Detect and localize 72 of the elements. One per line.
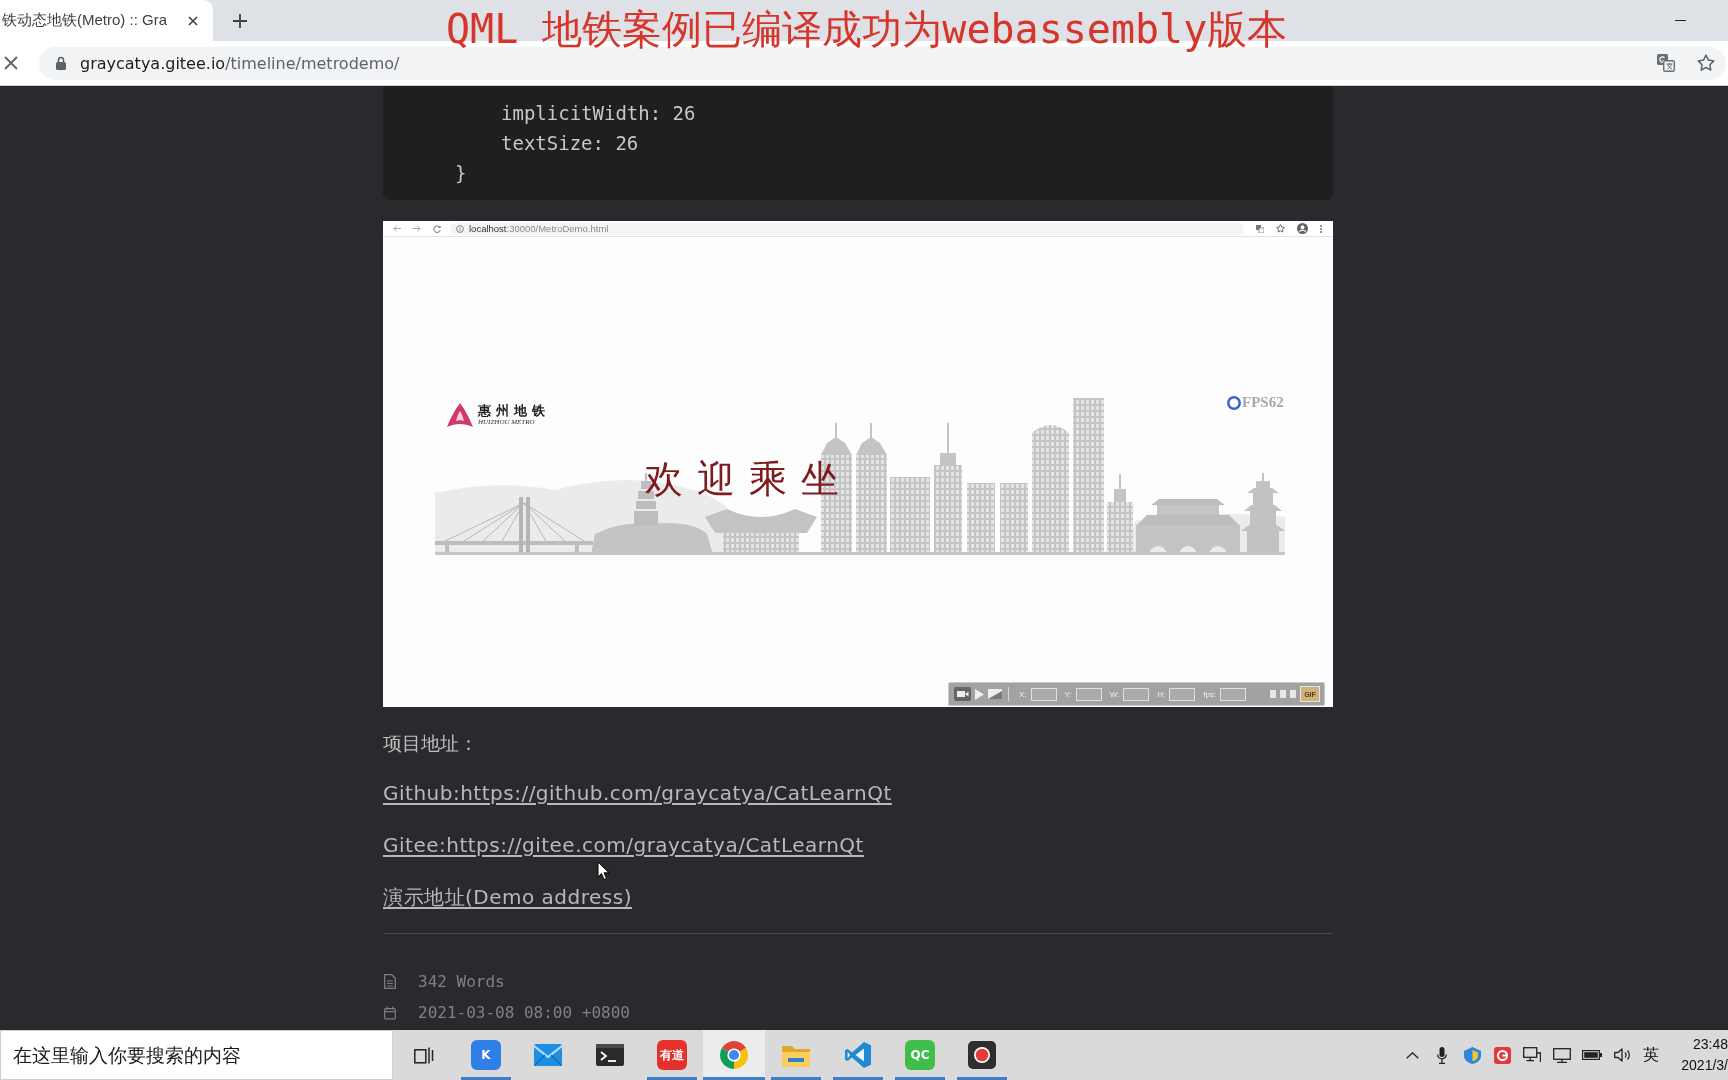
- folder-icon: [782, 1043, 810, 1067]
- input-field[interactable]: [1075, 687, 1102, 701]
- record-icon: [968, 1041, 996, 1069]
- clock-time[interactable]: 23:48: [1692, 1036, 1728, 1053]
- fps-counter: FPS62: [1242, 394, 1284, 411]
- document-icon: [384, 974, 396, 989]
- url-text: localhost:30000/MetroDemo.html: [469, 223, 609, 234]
- task-view-icon: [414, 1046, 434, 1064]
- battery-icon[interactable]: [1582, 1050, 1602, 1060]
- url-text: graycatya.gitee.io/timeline/metrodemo/: [80, 53, 400, 73]
- info-icon: [456, 224, 464, 233]
- field-label: X:: [1019, 689, 1027, 699]
- translate-icon[interactable]: [1657, 54, 1675, 72]
- translate-icon[interactable]: [1256, 224, 1264, 233]
- envelope-icon: [534, 1044, 562, 1066]
- terminal-icon: [596, 1044, 624, 1066]
- monitor-icon[interactable]: [1553, 1047, 1571, 1063]
- input-field[interactable]: [1123, 687, 1150, 701]
- image-icon[interactable]: [988, 689, 1002, 699]
- microphone-icon[interactable]: [1437, 1046, 1447, 1064]
- taskbar-button[interactable]: K: [455, 1030, 517, 1080]
- logo-icon: [447, 403, 473, 427]
- link[interactable]: 演示地址(Demo address): [383, 885, 632, 909]
- camera-icon[interactable]: [954, 687, 971, 701]
- section-heading: 项目地址：: [383, 731, 478, 756]
- input-method-indicator[interactable]: 英: [1637, 1044, 1665, 1066]
- app-logo: 有道: [657, 1040, 687, 1070]
- calendar-icon: [384, 1005, 396, 1020]
- chevron-up-icon[interactable]: [1405, 1051, 1419, 1059]
- welcome-title: 欢迎乘坐: [645, 456, 853, 502]
- code-line: textSize: 26: [501, 131, 639, 156]
- link[interactable]: Github:https://github.com/graycatya/CatLearnQt: [383, 781, 892, 805]
- browser-icon: [720, 1041, 748, 1069]
- app-logo: K: [471, 1040, 501, 1070]
- code-line: }: [455, 161, 467, 186]
- account-icon[interactable]: [1297, 223, 1308, 234]
- reload-icon[interactable]: [433, 224, 441, 233]
- tray-app-icon[interactable]: [1493, 1046, 1511, 1064]
- close-icon[interactable]: [188, 15, 198, 26]
- taskbar-button[interactable]: 有道: [641, 1030, 703, 1080]
- field-label: H:: [1157, 689, 1166, 699]
- speaker-icon[interactable]: [1613, 1048, 1631, 1062]
- back-icon[interactable]: [393, 225, 401, 232]
- field-label: fps:: [1203, 689, 1217, 699]
- tray-app-icon[interactable]: [1463, 1046, 1481, 1064]
- forward-icon[interactable]: [413, 225, 421, 232]
- search-field[interactable]: 在这里输入你要搜索的内容: [0, 1030, 393, 1080]
- ring-icon: [1227, 395, 1241, 410]
- network-icon[interactable]: [1523, 1047, 1541, 1063]
- input-field[interactable]: [1169, 687, 1196, 701]
- field-label: Y:: [1064, 689, 1072, 699]
- code-editor-icon: [845, 1042, 871, 1068]
- lock-icon: [55, 56, 67, 70]
- app-logo: QC: [905, 1040, 935, 1070]
- meta-text: 342 Words: [418, 972, 505, 991]
- plus-icon: [233, 13, 247, 28]
- code-line: implicitWidth: 26: [501, 101, 696, 126]
- logo-title: 惠州地铁: [478, 403, 550, 418]
- input-field[interactable]: [1220, 687, 1247, 701]
- browser-tab[interactable]: 铁动态地铁(Metro) :: Gra: [0, 0, 213, 41]
- field-label: W:: [1109, 689, 1120, 699]
- close-icon: [4, 56, 18, 70]
- link[interactable]: Gitee:https://gitee.com/graycatya/CatLearnQt: [383, 833, 864, 857]
- input-field[interactable]: [1030, 687, 1057, 701]
- clock-date[interactable]: 2021/3/: [1681, 1057, 1728, 1074]
- cursor-icon: [597, 861, 610, 881]
- star-icon[interactable]: [1276, 224, 1285, 233]
- meta-text: 2021-03-08 08:00 +0800: [418, 1003, 630, 1022]
- star-icon[interactable]: [1697, 54, 1715, 72]
- address-field[interactable]: localhost:30000/MetroDemo.html: [450, 222, 1244, 235]
- minimize-icon: [1674, 20, 1686, 21]
- play-icon[interactable]: [975, 688, 984, 700]
